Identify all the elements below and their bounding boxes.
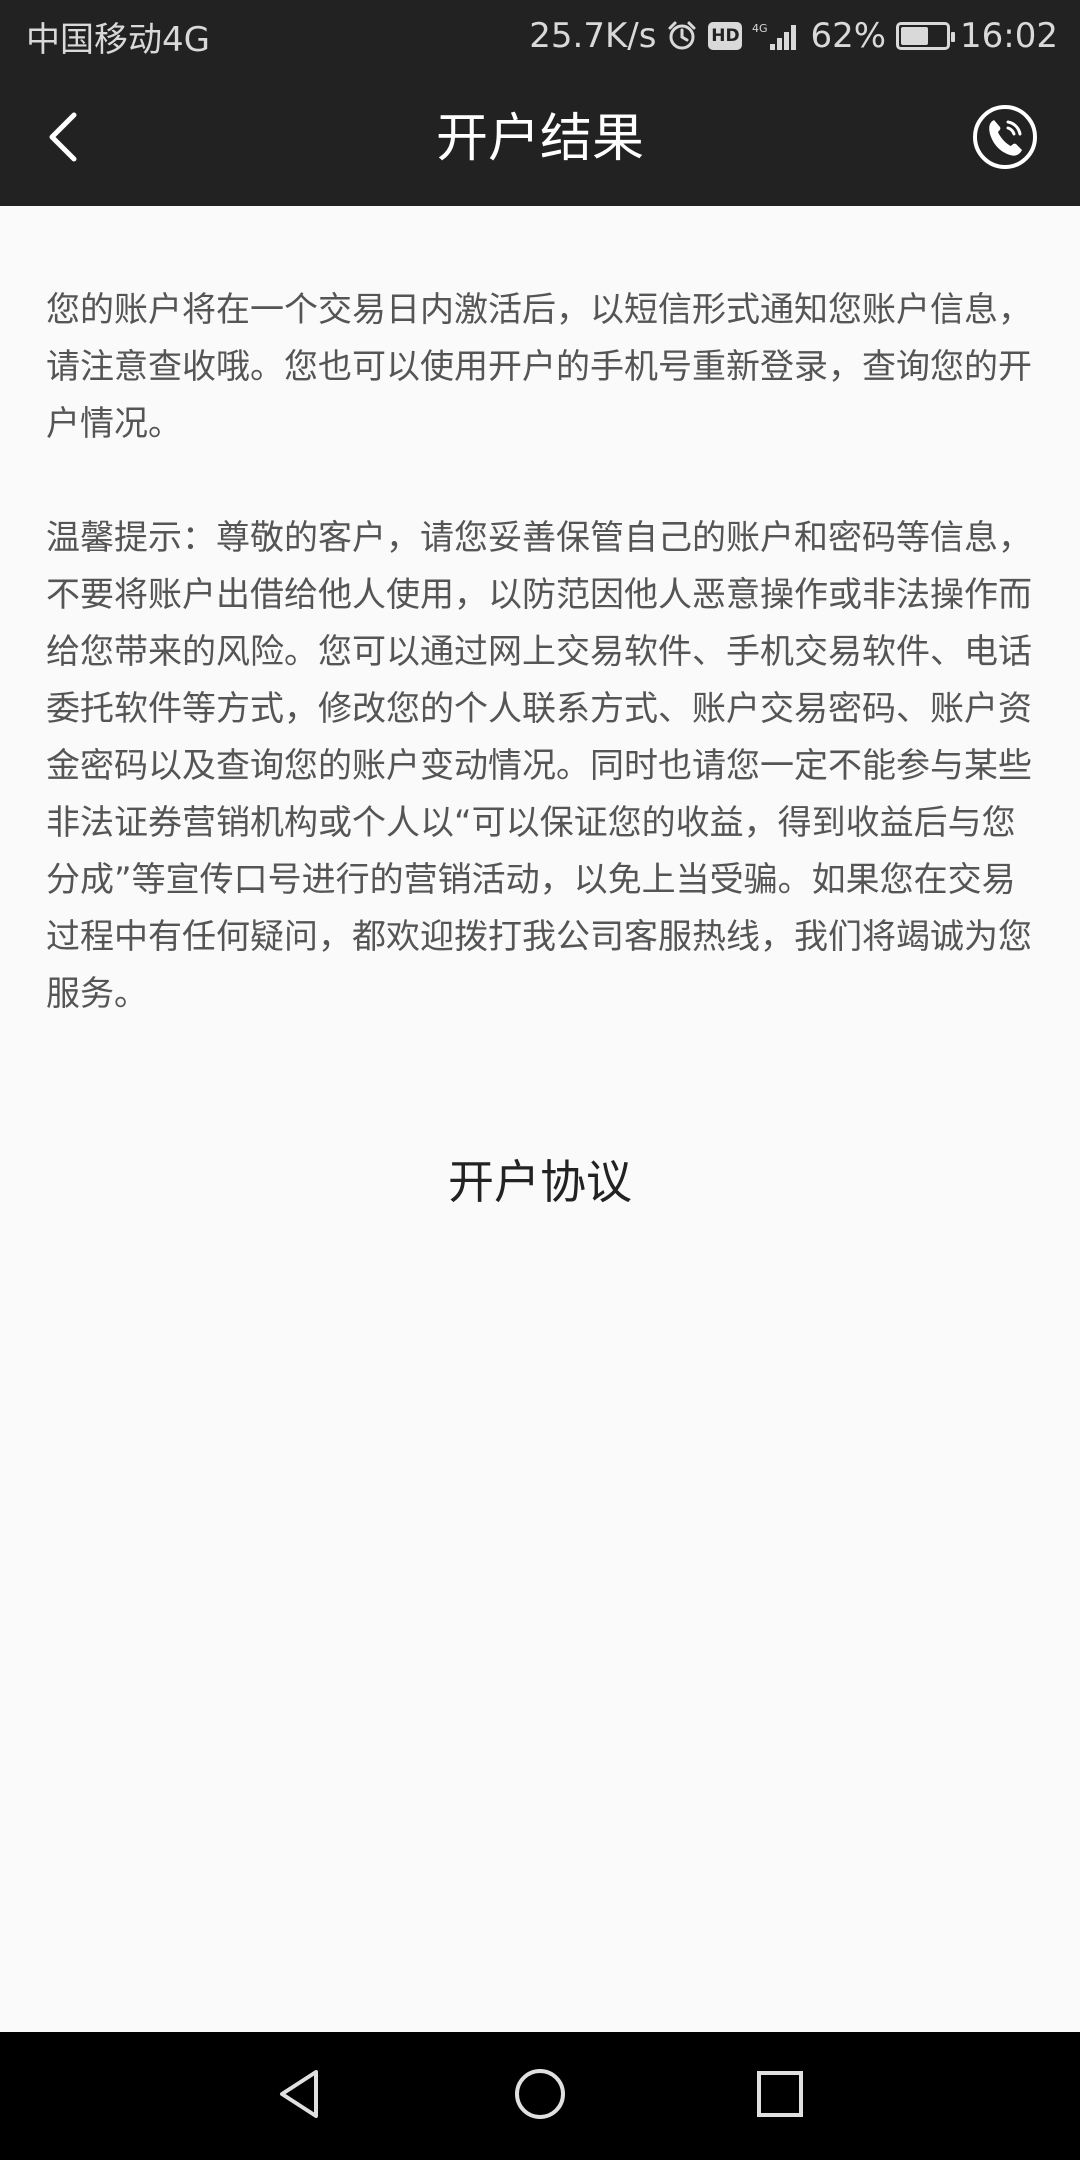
result-content: 您的账户将在一个交易日内激活后，以短信形式通知您账户信息，请注意查收哦。您也可以… (0, 206, 1080, 2032)
network-type-label: 4G (752, 22, 768, 35)
network-speed: 25.7K/s (529, 16, 657, 56)
status-bar: 中国移动4G 25.7K/s HD 4G 62% 16:02 (0, 0, 1080, 72)
carrier-label: 中国移动4G (26, 19, 210, 60)
signal-icon: 4G (752, 20, 800, 52)
nav-recent-button[interactable] (740, 2056, 820, 2136)
battery-percent: 62% (810, 16, 887, 56)
nav-home-button[interactable] (500, 2056, 580, 2136)
system-nav-bar (0, 2032, 1080, 2160)
phone-icon (972, 104, 1038, 174)
status-indicators: 25.7K/s HD 4G 62% 16:02 (529, 16, 1058, 56)
alarm-icon (666, 20, 698, 52)
chevron-left-icon (42, 109, 86, 169)
page-title: 开户结果 (435, 109, 644, 169)
hd-icon: HD (708, 22, 743, 50)
call-button[interactable] (970, 104, 1040, 174)
app-bar: 开户结果 (0, 72, 1080, 206)
back-triangle-icon (272, 2066, 328, 2126)
nav-back-button[interactable] (260, 2056, 340, 2136)
recent-square-icon (752, 2066, 808, 2126)
clock: 16:02 (960, 16, 1058, 56)
account-agreement-link[interactable]: 开户协议 (0, 1146, 1080, 1212)
home-circle-icon (512, 2066, 568, 2126)
battery-icon (896, 22, 956, 50)
battery-level (901, 27, 929, 45)
security-tip: 温馨提示：尊敬的客户，请您妥善保管自己的账户和密码等信息，不要将账户出借给他人使… (46, 518, 1032, 1014)
back-button[interactable] (24, 99, 104, 179)
activation-notice: 您的账户将在一个交易日内激活后，以短信形式通知您账户信息，请注意查收哦。您也可以… (46, 290, 1032, 444)
